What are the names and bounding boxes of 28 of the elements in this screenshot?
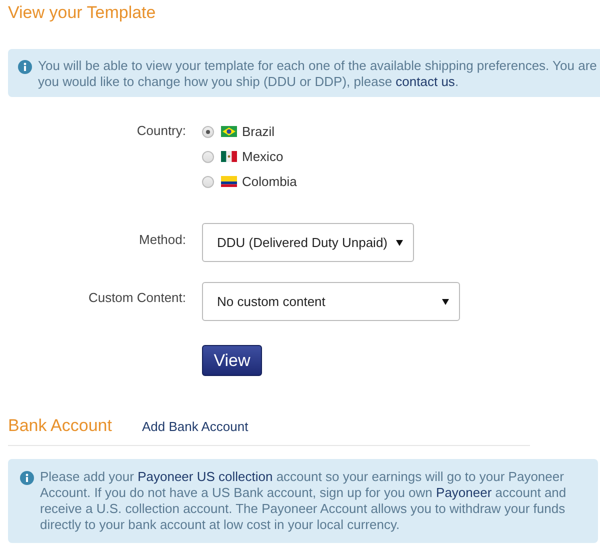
flag-icon (221, 151, 237, 162)
field-label: Custom Content: (87, 289, 186, 307)
radio-button[interactable] (202, 150, 214, 162)
method-dropdown[interactable]: DDU (Delivered Duty Unpaid) (202, 223, 414, 262)
contact-link[interactable]: Payoneer (436, 485, 492, 500)
info-text: Please add your Payoneer US collection account so your earnings will go to your Payoneer Account. If you do not have a US Bank account, sign up for you own Payoneer account and receive a U.S. collection account. The Payoneer Account allows you to withdraw your funds directly to your bank account at low cost in your local currency. (40, 469, 568, 533)
info-icon (18, 60, 32, 74)
caret-icon (396, 240, 403, 246)
info-text: You will be able to view your template for each one of the available shipping preferences. You are (38, 58, 597, 74)
section-title: Bank Account (8, 416, 112, 436)
radio-button[interactable] (202, 126, 214, 138)
info-text: you would like to change how you ship (DDU or DDP), please contact us. (38, 74, 460, 90)
caret-icon (442, 298, 449, 304)
country-option: Mexico (242, 149, 284, 164)
view-button[interactable]: View (202, 345, 262, 376)
radio-button[interactable] (202, 176, 214, 188)
field-label: Method: (138, 231, 186, 249)
contact-link[interactable]: contact us (396, 74, 455, 89)
field-label: Country: (136, 122, 186, 140)
info-icon (20, 471, 34, 485)
add-bank-link[interactable]: Add Bank Account (142, 419, 248, 434)
section-title: View your Template (8, 3, 157, 23)
country-option: Brazil (242, 124, 275, 139)
country-option: Colombia (242, 174, 297, 189)
flag-icon (221, 176, 237, 187)
content-dropdown[interactable]: No custom content (202, 282, 460, 321)
flag-icon (221, 126, 237, 137)
contact-link[interactable]: Payoneer US collection (138, 469, 273, 484)
